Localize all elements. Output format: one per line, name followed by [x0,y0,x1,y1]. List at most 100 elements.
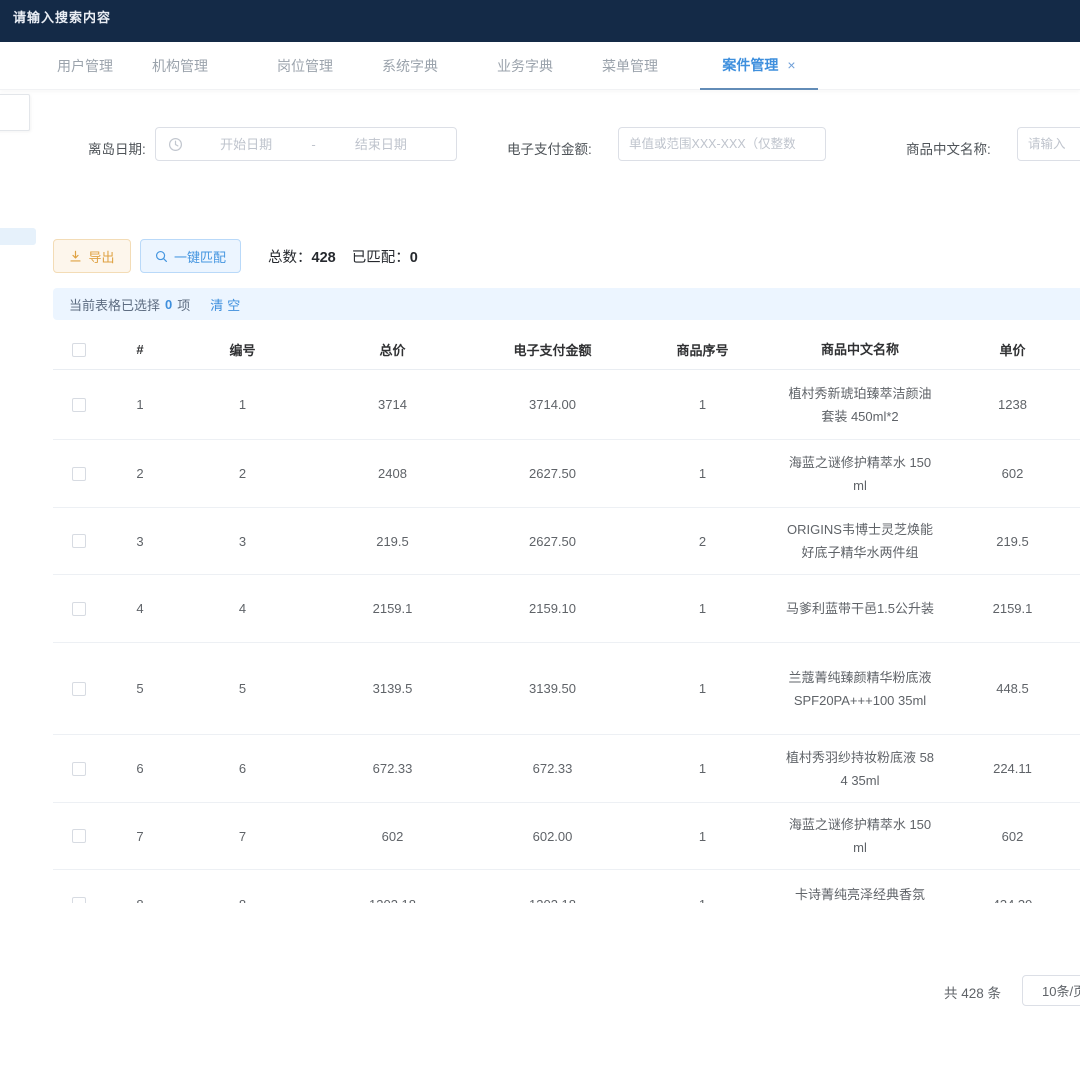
cell-product-name: 马爹利蓝带干邑1.5公升装 [775,589,945,628]
cell-product-name: 海蓝之谜修护精萃水 150ml [775,443,945,505]
cell-code: 8 [175,897,310,904]
cell-product-name: 植村秀新琥珀臻萃洁颜油套装 450ml*2 [775,374,945,436]
top-navbar: 请输入搜索内容 [0,0,1080,42]
tab-label: 案件管理 [722,55,778,75]
cell-unit-price: 434.39 [945,897,1080,904]
export-button[interactable]: 导出 [53,239,131,273]
date-filter-label: 离岛日期: [88,138,146,158]
row-checkbox[interactable] [72,897,86,903]
selection-count: 0 [165,297,172,312]
cell-product-name: 植村秀羽纱持妆粉底液 584 35ml [775,738,945,800]
cell-total: 2408 [310,466,475,481]
cell-seq: 1 [630,761,775,776]
page-size-select[interactable]: 10条/页 [1022,975,1080,1006]
cell-seq: 1 [630,397,775,412]
tab-4[interactable]: 系统字典 [382,42,438,90]
cell-index: 1 [105,397,175,412]
row-checkbox[interactable] [72,829,86,843]
tab-7[interactable]: 案件管理 × [700,42,818,90]
tab-6[interactable]: 菜单管理 [602,42,658,90]
cell-paid: 2159.10 [475,601,630,616]
clipped-side-panel [0,94,30,131]
tab-label: 用户管理 [57,56,113,76]
cell-paid: 672.33 [475,761,630,776]
cell-total: 3714 [310,397,475,412]
cell-code: 1 [175,397,310,412]
table-row: 6 6 672.33 672.33 1 植村秀羽纱持妆粉底液 584 35ml … [53,735,1080,803]
export-button-label: 导出 [88,247,114,266]
table-row: 2 2 2408 2627.50 1 海蓝之谜修护精萃水 150ml 602 [53,440,1080,508]
tab-label: 菜单管理 [602,56,658,76]
close-icon[interactable]: × [787,58,795,72]
cell-seq: 1 [630,897,775,904]
row-checkbox[interactable] [72,602,86,616]
col-header-unit: 单价 [945,340,1080,359]
start-date-input[interactable] [183,137,309,152]
download-icon [69,250,82,263]
cell-total: 2159.1 [310,601,475,616]
cell-code: 7 [175,829,310,844]
cell-seq: 1 [630,601,775,616]
cell-total: 219.5 [310,534,475,549]
matched-label: 已匹配： [352,250,410,266]
cell-unit-price: 224.11 [945,761,1080,776]
cell-index: 4 [105,601,175,616]
row-checkbox[interactable] [72,534,86,548]
tab-2[interactable]: 机构管理 [152,42,208,90]
tab-1[interactable]: 用户管理 [57,42,113,90]
cell-code: 6 [175,761,310,776]
cell-code: 3 [175,534,310,549]
cell-product-name: 卡诗菁纯亮泽经典香氛 [775,870,945,903]
cell-code: 4 [175,601,310,616]
table-body: 1 1 3714 3714.00 1 植村秀新琥珀臻萃洁颜油套装 450ml*2… [53,370,1080,903]
cell-total: 3139.5 [310,681,475,696]
col-header-paid: 电子支付金额 [475,340,630,359]
total-label: 总数： [268,250,312,266]
cell-unit-price: 2159.1 [945,601,1080,616]
tab-label: 机构管理 [152,56,208,76]
tab-label: 岗位管理 [277,56,333,76]
col-header-total: 总价 [310,340,475,359]
cell-unit-price: 602 [945,466,1080,481]
cell-seq: 1 [630,466,775,481]
row-checkbox[interactable] [72,467,86,481]
match-button-label: 一键匹配 [174,247,226,266]
date-range-picker[interactable]: - [155,127,457,161]
global-search-input[interactable]: 请输入搜索内容 [13,7,111,26]
cell-unit-price: 219.5 [945,534,1080,549]
col-header-code: 编号 [175,340,310,359]
table-row: 3 3 219.5 2627.50 2 ORIGINS韦博士灵芝焕能好底子精华水… [53,508,1080,575]
cell-total: 602 [310,829,475,844]
table-header-row: # 编号 总价 电子支付金额 商品序号 商品中文名称 单价 [53,330,1080,370]
table-row: 7 7 602 602.00 1 海蓝之谜修护精萃水 150ml 602 [53,803,1080,870]
product-name-input[interactable] [1017,127,1080,161]
cell-unit-price: 602 [945,829,1080,844]
tab-bar: 用户管理 机构管理 岗位管理 系统字典 业务字典 菜单管理 案件管理 × [0,42,1080,90]
clipped-side-button [0,228,36,245]
cell-index: 8 [105,897,175,904]
clock-icon [168,137,183,152]
cell-paid: 3139.50 [475,681,630,696]
search-icon [155,250,168,263]
date-range-separator: - [309,137,317,152]
cell-seq: 1 [630,681,775,696]
tab-label: 系统字典 [382,56,438,76]
cell-paid: 2627.50 [475,534,630,549]
cell-unit-price: 448.5 [945,681,1080,696]
tab-5[interactable]: 业务字典 [497,42,553,90]
cell-index: 5 [105,681,175,696]
row-checkbox[interactable] [72,762,86,776]
col-header-index: # [105,342,175,357]
end-date-input[interactable] [318,137,444,152]
amount-input[interactable] [618,127,826,161]
col-header-name: 商品中文名称 [775,330,945,369]
cell-paid: 1303.18 [475,897,630,904]
one-click-match-button[interactable]: 一键匹配 [140,239,241,273]
tab-3[interactable]: 岗位管理 [277,42,333,90]
pagination-total: 共 428 条 [944,982,1001,1002]
cell-paid: 3714.00 [475,397,630,412]
clear-selection-link[interactable]: 清空 [210,295,244,314]
select-all-checkbox[interactable] [72,343,86,357]
row-checkbox[interactable] [72,398,86,412]
row-checkbox[interactable] [72,682,86,696]
